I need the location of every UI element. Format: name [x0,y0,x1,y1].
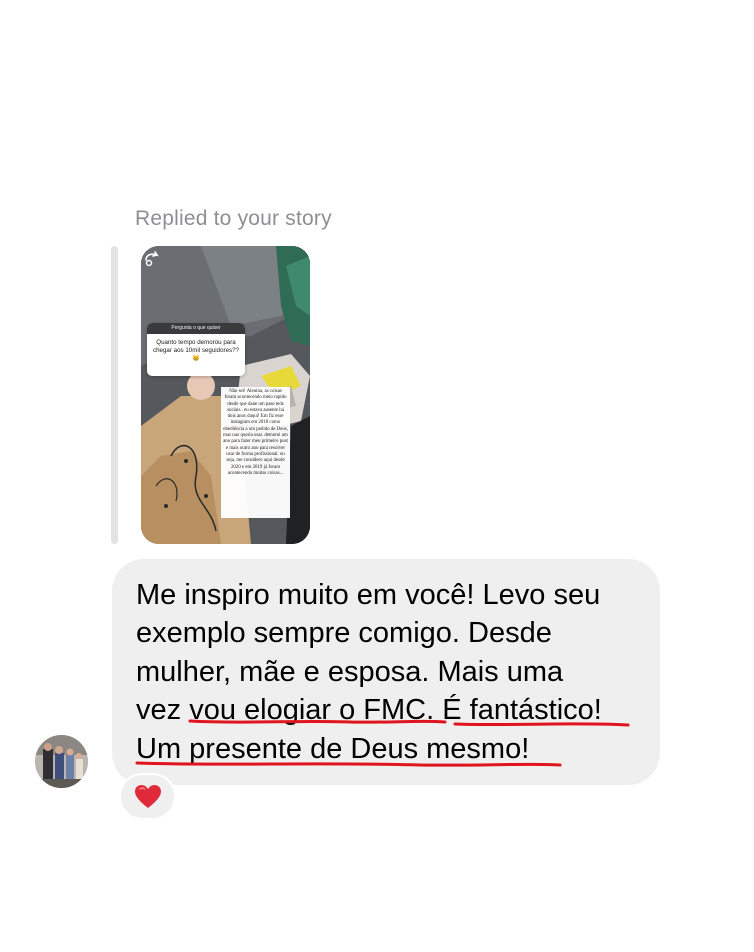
message-line-4: vez vou elogiar o FMC. É fantástico! [136,694,602,726]
reply-quote-bar [111,246,118,544]
question-sticker: Pergunta o que quiser Quanto tempo demor… [147,323,245,376]
reaction-badge[interactable] [119,773,176,820]
avatar-photo [35,735,88,788]
chat-screen: Replied to your story Pergunta o que qui… [0,0,754,952]
underlined-phrase-fmc: vou elogiar o FMC. [189,694,435,727]
message-line-3: mulher, mãe e esposa. Mais uma [136,655,564,688]
message-text: Me inspiro muito em você! Levo seu exempl… [136,576,648,768]
underlined-phrase-fantastico: É fantástico! [442,694,602,727]
message-line-1: Me inspiro muito em você! Levo seu [136,579,601,611]
message-line-4-prefix: vez [136,694,190,727]
sender-avatar[interactable] [35,735,88,788]
story-preview-thumbnail[interactable]: Pergunta o que quiser Quanto tempo demor… [141,246,310,544]
story-reply-icon [145,251,159,267]
story-answer-text: Não sei! Alenina, as coisas foram aconte… [223,389,288,476]
question-sticker-text: Quanto tempo demorou para chegar aos 10m… [153,339,239,362]
replied-to-story-label: Replied to your story [135,207,332,230]
story-answer-text-box: Não sei! Alenina, as coisas foram aconte… [221,387,290,518]
underlined-phrase-presente: Um presente de Deus mesmo! [136,732,530,765]
red-heart-icon [134,784,161,808]
question-sticker-header: Pergunta o que quiser [147,323,245,334]
message-line-2: exemplo sempre comigo. Desde [136,617,552,650]
